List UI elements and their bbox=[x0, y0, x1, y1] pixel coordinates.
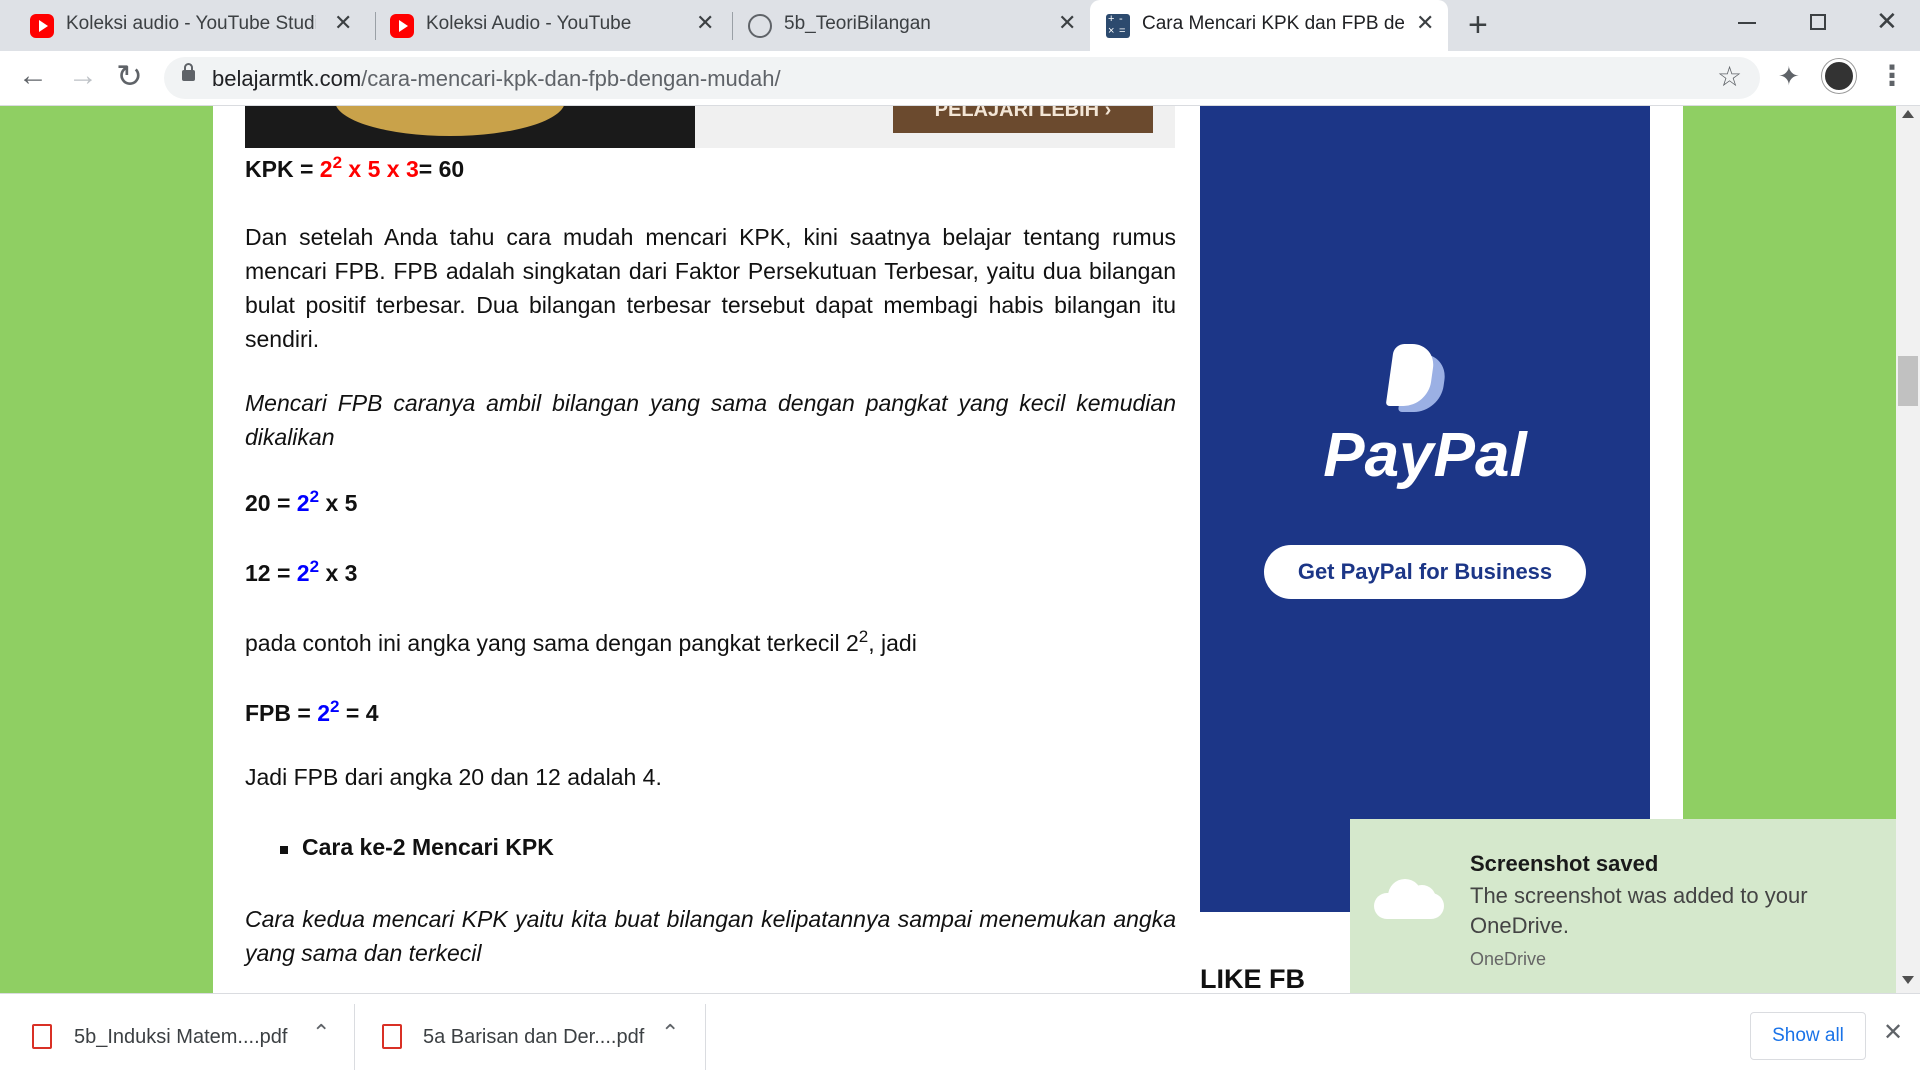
kpk-result: = 60 bbox=[418, 156, 465, 182]
new-tab-icon[interactable]: + bbox=[1468, 6, 1488, 45]
ad-image bbox=[245, 106, 695, 148]
scroll-up-icon[interactable] bbox=[1902, 110, 1914, 118]
eq20-label: 20 = bbox=[245, 490, 297, 516]
show-all-button[interactable]: Show all bbox=[1750, 1012, 1866, 1060]
ad-image-shape bbox=[335, 106, 565, 136]
toast-body: The screenshot was added to your OneDriv… bbox=[1470, 883, 1808, 938]
close-icon[interactable]: ✕ bbox=[696, 10, 714, 36]
ad-learn-more-button[interactable]: PELAJARI LEBIH › bbox=[893, 106, 1153, 133]
back-icon[interactable]: ← bbox=[18, 59, 48, 93]
browser-toolbar: ← → ↻ belajarmtk.com/cara-mencari-kpk-da… bbox=[0, 51, 1920, 106]
toast-source: OneDrive bbox=[1470, 949, 1547, 969]
tab-kpk-fpb[interactable]: +-×= Cara Mencari KPK dan FPB denga ✕ bbox=[1090, 0, 1448, 51]
download-item-2[interactable]: 5a Barisan dan Der....pdf ⌃ bbox=[355, 994, 705, 1081]
download-item-1[interactable]: 5b_Induksi Matem....pdf ⌃ bbox=[0, 994, 354, 1081]
bullet-cara-ke-2: Cara ke-2 Mencari KPK bbox=[302, 834, 554, 860]
onedrive-toast[interactable]: Screenshot saved The screenshot was adde… bbox=[1350, 819, 1896, 1004]
fpb-formula: FPB = 22 = 4 bbox=[245, 697, 379, 727]
avatar[interactable] bbox=[1822, 59, 1856, 93]
eq12-base: 2 bbox=[296, 560, 310, 586]
tab-title: Koleksi audio - YouTube Studio bbox=[66, 13, 316, 34]
close-icon[interactable]: ✕ bbox=[1058, 10, 1076, 36]
close-icon[interactable]: ✕ bbox=[334, 10, 352, 36]
url-path: /cara-mencari-kpk-dan-fpb-dengan-mudah/ bbox=[361, 66, 781, 91]
url-text[interactable]: belajarmtk.com/cara-mencari-kpk-dan-fpb-… bbox=[212, 66, 781, 92]
kpk-label: KPK = bbox=[245, 156, 320, 182]
kpk-formula: KPK = 22 x 5 x 3= 60 bbox=[245, 153, 465, 183]
fpb-exp: 2 bbox=[330, 697, 340, 716]
paypal-ad[interactable]: PayPal Get PayPal for Business bbox=[1200, 106, 1650, 912]
close-icon[interactable]: ✕ bbox=[1416, 10, 1434, 36]
para3-exp: 2 bbox=[858, 627, 869, 646]
downloads-bar: 5b_Induksi Matem....pdf ⌃ 5a Barisan dan… bbox=[0, 993, 1920, 1080]
sidebar-heading: LIKE FB bbox=[1200, 964, 1305, 993]
fpb-rest: = 4 bbox=[339, 700, 379, 726]
kpk-base: 2 bbox=[319, 156, 333, 182]
eq12-exp: 2 bbox=[309, 557, 320, 576]
youtube-icon bbox=[30, 14, 54, 38]
equation-20: 20 = 22 x 5 bbox=[245, 487, 358, 517]
url-domain: belajarmtk.com bbox=[212, 66, 362, 91]
paragraph-fpb-result: Jadi FPB dari angka 20 dan 12 adalah 4. bbox=[245, 764, 662, 790]
extensions-icon[interactable]: ✦ bbox=[1778, 61, 1800, 92]
eq20-exp: 2 bbox=[309, 487, 320, 506]
cloud-icon bbox=[1374, 877, 1444, 919]
pdf-icon bbox=[382, 1024, 402, 1049]
globe-icon bbox=[748, 14, 772, 38]
kpk-exp: 2 bbox=[332, 153, 343, 172]
paragraph-smallest-power: pada contoh ini angka yang sama dengan p… bbox=[245, 627, 917, 657]
scroll-down-icon[interactable] bbox=[1902, 976, 1914, 984]
paragraph-fpb-intro: Dan setelah Anda tahu cara mudah mencari… bbox=[245, 224, 1176, 352]
tab-youtube-audio[interactable]: Koleksi Audio - YouTube ✕ bbox=[360, 0, 722, 51]
pdf-icon bbox=[32, 1024, 52, 1049]
chevron-up-icon[interactable]: ⌃ bbox=[661, 1020, 679, 1046]
ad-button-label: PELAJARI LEBIH bbox=[934, 106, 1100, 121]
toast-title: Screenshot saved bbox=[1470, 851, 1659, 876]
youtube-icon bbox=[390, 14, 414, 38]
tab-title: 5b_TeoriBilangan bbox=[784, 13, 931, 34]
eq12-rest: x 3 bbox=[319, 560, 358, 586]
paypal-wordmark: PayPal bbox=[1323, 421, 1527, 490]
restore-icon[interactable] bbox=[1810, 14, 1826, 30]
eq12-label: 12 = bbox=[245, 560, 297, 586]
tab-title: Koleksi Audio - YouTube bbox=[426, 13, 632, 34]
paragraph-kpk-method-2: Cara kedua mencari KPK yaitu kita buat b… bbox=[245, 906, 1176, 966]
close-icon[interactable]: ✕ bbox=[1883, 1018, 1903, 1047]
cloud-puff-2 bbox=[1408, 885, 1436, 913]
get-paypal-button[interactable]: Get PayPal for Business bbox=[1264, 545, 1586, 599]
fpb-label: FPB = bbox=[245, 700, 318, 726]
para3-text: pada contoh ini angka yang sama dengan p… bbox=[245, 630, 859, 656]
scrollbar-thumb[interactable] bbox=[1898, 356, 1918, 406]
lock-shackle bbox=[184, 63, 193, 73]
divider bbox=[705, 1004, 706, 1070]
tab-teori-bilangan[interactable]: 5b_TeoriBilangan ✕ bbox=[718, 0, 1088, 51]
eq20-rest: x 5 bbox=[319, 490, 358, 516]
menu-icon[interactable]: ⋮ bbox=[1878, 59, 1906, 92]
star-icon[interactable]: ☆ bbox=[1717, 60, 1742, 93]
fpb-base: 2 bbox=[317, 700, 331, 726]
tab-title: Cara Mencari KPK dan FPB denga bbox=[1142, 13, 1404, 34]
reload-icon[interactable]: ↻ bbox=[116, 57, 143, 95]
kpk-rest: x 5 x 3 bbox=[342, 156, 419, 182]
paypal-logo-icon bbox=[1385, 344, 1449, 416]
download-filename: 5a Barisan dan Der....pdf bbox=[423, 1026, 645, 1048]
calculator-icon: + - × = bbox=[1106, 14, 1130, 38]
eq20-base: 2 bbox=[296, 490, 310, 516]
equation-12: 12 = 22 x 3 bbox=[245, 557, 358, 587]
scrollbar[interactable] bbox=[1896, 106, 1920, 993]
para3-tail: , jadi bbox=[868, 630, 917, 656]
tab-youtube-studio[interactable]: Koleksi audio - YouTube Studio ✕ bbox=[0, 0, 362, 51]
bullet-marker bbox=[280, 846, 288, 854]
paragraph-fpb-method: Mencari FPB caranya ambil bilangan yang … bbox=[245, 390, 1176, 450]
download-filename: 5b_Induksi Matem....pdf bbox=[74, 1026, 288, 1048]
tab-strip: Koleksi audio - YouTube Studio ✕ Koleksi… bbox=[0, 0, 1920, 51]
window-close-icon[interactable]: ✕ bbox=[1876, 6, 1898, 37]
forward-icon[interactable]: → bbox=[68, 59, 98, 93]
minimize-icon[interactable] bbox=[1738, 22, 1756, 24]
chevron-up-icon[interactable]: ⌃ bbox=[312, 1020, 330, 1046]
